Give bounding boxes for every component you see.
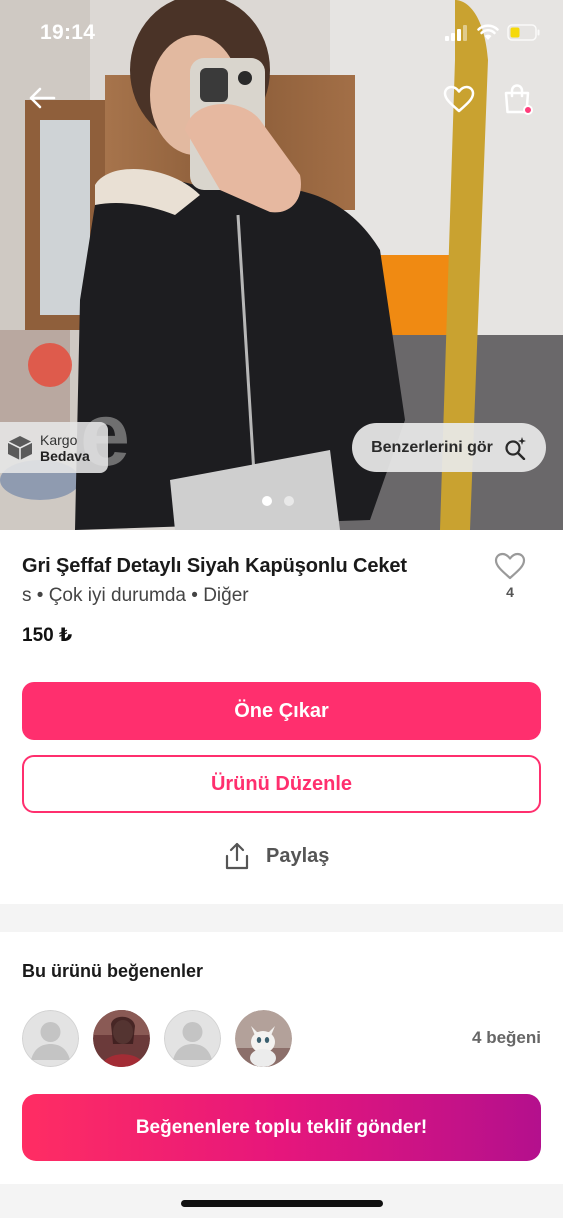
liker-avatar-default[interactable] (164, 1010, 221, 1067)
carousel-dot-active[interactable] (262, 496, 272, 506)
product-price: 150 ₺ (22, 625, 73, 646)
see-similar-label: Benzerlerini gör (371, 438, 493, 456)
carousel-indicator[interactable] (262, 496, 294, 506)
liker-avatar-default[interactable] (22, 1010, 79, 1067)
promote-button[interactable]: Öne Çıkar (22, 682, 541, 740)
likers-title: Bu ürünü beğenenler (22, 961, 204, 981)
heart-outline-icon (494, 552, 526, 580)
user-photo-avatar (93, 1010, 150, 1067)
free-shipping-badge: Kargo Bedava (0, 422, 108, 473)
package-box-icon (7, 435, 33, 460)
default-avatar-icon (164, 1010, 221, 1067)
free-label: Bedava (40, 447, 90, 464)
likes-count-label[interactable]: 4 beğeni (472, 1028, 541, 1048)
product-info-section: Gri Şeffaf Detaylı Siyah Kapüşonlu Ceket… (0, 530, 563, 904)
share-button[interactable]: Paylaş (224, 842, 329, 870)
liker-avatar-photo[interactable] (93, 1010, 150, 1067)
back-button[interactable] (22, 78, 62, 118)
status-icons (445, 24, 541, 41)
cart-button[interactable] (497, 79, 537, 119)
status-bar: 19:14 (0, 0, 563, 66)
share-label: Paylaş (266, 844, 330, 867)
carousel-dot[interactable] (284, 496, 294, 506)
liker-avatar-cat[interactable] (235, 1010, 292, 1067)
heart-outline-icon (443, 85, 475, 113)
bulk-offer-button[interactable]: Beğenenlere toplu teklif gönder! (22, 1094, 541, 1161)
favorite-button[interactable] (439, 79, 479, 119)
cargo-label: Kargo (40, 431, 78, 448)
status-time: 19:14 (40, 21, 96, 44)
share-icon (225, 842, 249, 870)
product-meta: s • Çok iyi durumda • Diğer (22, 585, 249, 606)
like-count: 4 (506, 584, 514, 600)
cart-badge-dot (523, 105, 533, 115)
default-avatar-icon (22, 1010, 79, 1067)
likers-section: Bu ürünü beğenenler 4 beğeni Beğenenlere… (0, 932, 563, 1184)
home-indicator[interactable] (181, 1200, 383, 1207)
cat-photo-avatar (235, 1010, 292, 1067)
cellular-signal-icon (445, 24, 467, 41)
see-similar-button[interactable]: Benzerlerini gör (352, 423, 546, 472)
battery-icon (507, 24, 540, 41)
product-title: Gri Şeffaf Detaylı Siyah Kapüşonlu Ceket (22, 555, 407, 577)
product-photo[interactable]: e 19:14 (0, 0, 563, 530)
sparkle-search-icon (505, 436, 526, 460)
wifi-icon (477, 24, 499, 40)
like-counter[interactable]: 4 (490, 552, 530, 600)
back-arrow-icon (29, 87, 56, 109)
edit-product-button[interactable]: Ürünü Düzenle (22, 755, 541, 813)
